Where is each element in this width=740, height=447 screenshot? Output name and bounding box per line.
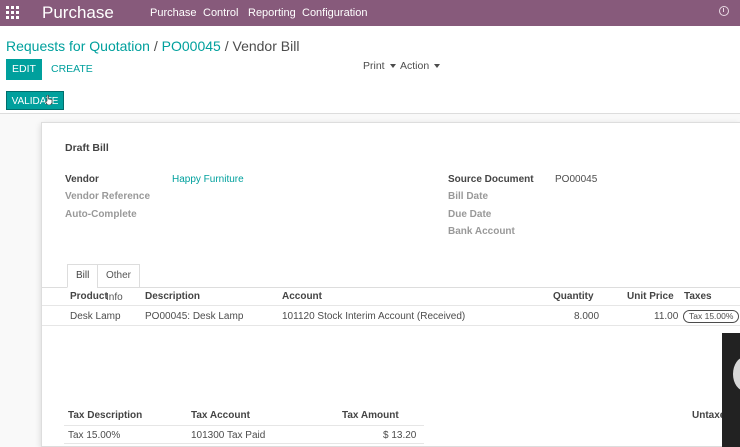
menu-purchase[interactable]: Purchase [150,7,196,19]
edit-button[interactable]: EDIT [6,59,42,80]
print-dropdown[interactable]: Print [363,60,396,72]
video-overlay [722,333,740,447]
col-product[interactable]: Product [70,291,108,302]
apps-grid-icon[interactable] [6,6,19,19]
validate-button[interactable]: VALIDATE [6,91,64,110]
breadcrumb-separator: / [149,38,162,54]
table-row-divider [42,325,740,326]
create-button[interactable]: CREATE [51,63,93,75]
action-dropdown[interactable]: Action [400,60,441,72]
tax-row-divider [64,443,424,444]
app-name: Purchase [42,3,114,22]
tab-other-info[interactable]: Other Info [97,264,141,303]
col-description[interactable]: Description [145,291,200,302]
tax-line-amount: $ 13.20 [383,430,417,441]
line-quantity[interactable]: 8.000 [574,311,599,322]
form-sheet: Draft Bill Vendor Happy Furniture Vendor… [41,122,740,447]
menu-reporting[interactable]: Reporting [248,7,296,19]
top-navbar: Purchase Purchase Control Reporting Conf… [0,0,740,26]
source-document-field[interactable]: PO00045 [555,174,597,185]
tab-bill[interactable]: Bill [67,264,99,288]
auto-complete-label: Auto-Complete [65,209,137,220]
vendor-field[interactable]: Happy Furniture [172,174,244,185]
col-tax-account: Tax Account [191,410,250,421]
bank-account-label: Bank Account [448,226,515,237]
bill-status-title: Draft Bill [65,142,109,154]
col-tax-description: Tax Description [68,410,143,421]
col-tax-amount: Tax Amount [342,410,399,421]
menu-configuration[interactable]: Configuration [302,7,367,19]
action-label: Action [400,60,430,72]
line-unit-price[interactable]: 11.00 [654,311,678,322]
breadcrumb: Requests for Quotation / PO00045 / Vendo… [6,38,299,54]
caret-down-icon [389,64,396,69]
breadcrumb-separator: / [220,38,233,54]
tab-divider [42,287,740,288]
tax-line-account: 101300 Tax Paid [191,430,266,441]
line-account[interactable]: 101120 Stock Interim Account (Received) [282,311,465,322]
col-account[interactable]: Account [282,291,322,302]
col-unit-price[interactable]: Unit Price [627,291,674,302]
bill-date-label: Bill Date [448,191,489,202]
vendor-reference-label: Vendor Reference [65,191,151,202]
caret-down-icon [434,64,441,69]
breadcrumb-current: Vendor Bill [232,38,300,54]
tax-line-description: Tax 15.00% [68,430,121,441]
source-document-label: Source Document [448,174,534,185]
menu-control[interactable]: Control [203,7,238,19]
clock-icon[interactable] [719,6,729,16]
tax-badge: Tax 15.00% [683,310,740,323]
print-label: Print [363,60,385,72]
control-panel: Requests for Quotation / PO00045 / Vendo… [0,26,740,114]
vendor-label: Vendor [65,174,99,185]
hand-cursor-icon [45,95,53,105]
breadcrumb-po[interactable]: PO00045 [162,38,221,54]
line-description[interactable]: PO00045: Desk Lamp [145,311,243,322]
line-product[interactable]: Desk Lamp [70,311,121,322]
untaxed-amount-label: Untaxe [692,410,726,421]
table-header-divider [42,305,740,306]
due-date-label: Due Date [448,209,492,220]
tax-header-divider [64,425,424,426]
breadcrumb-rfq[interactable]: Requests for Quotation [6,38,150,54]
col-quantity[interactable]: Quantity [553,291,594,302]
col-taxes[interactable]: Taxes [684,291,712,302]
